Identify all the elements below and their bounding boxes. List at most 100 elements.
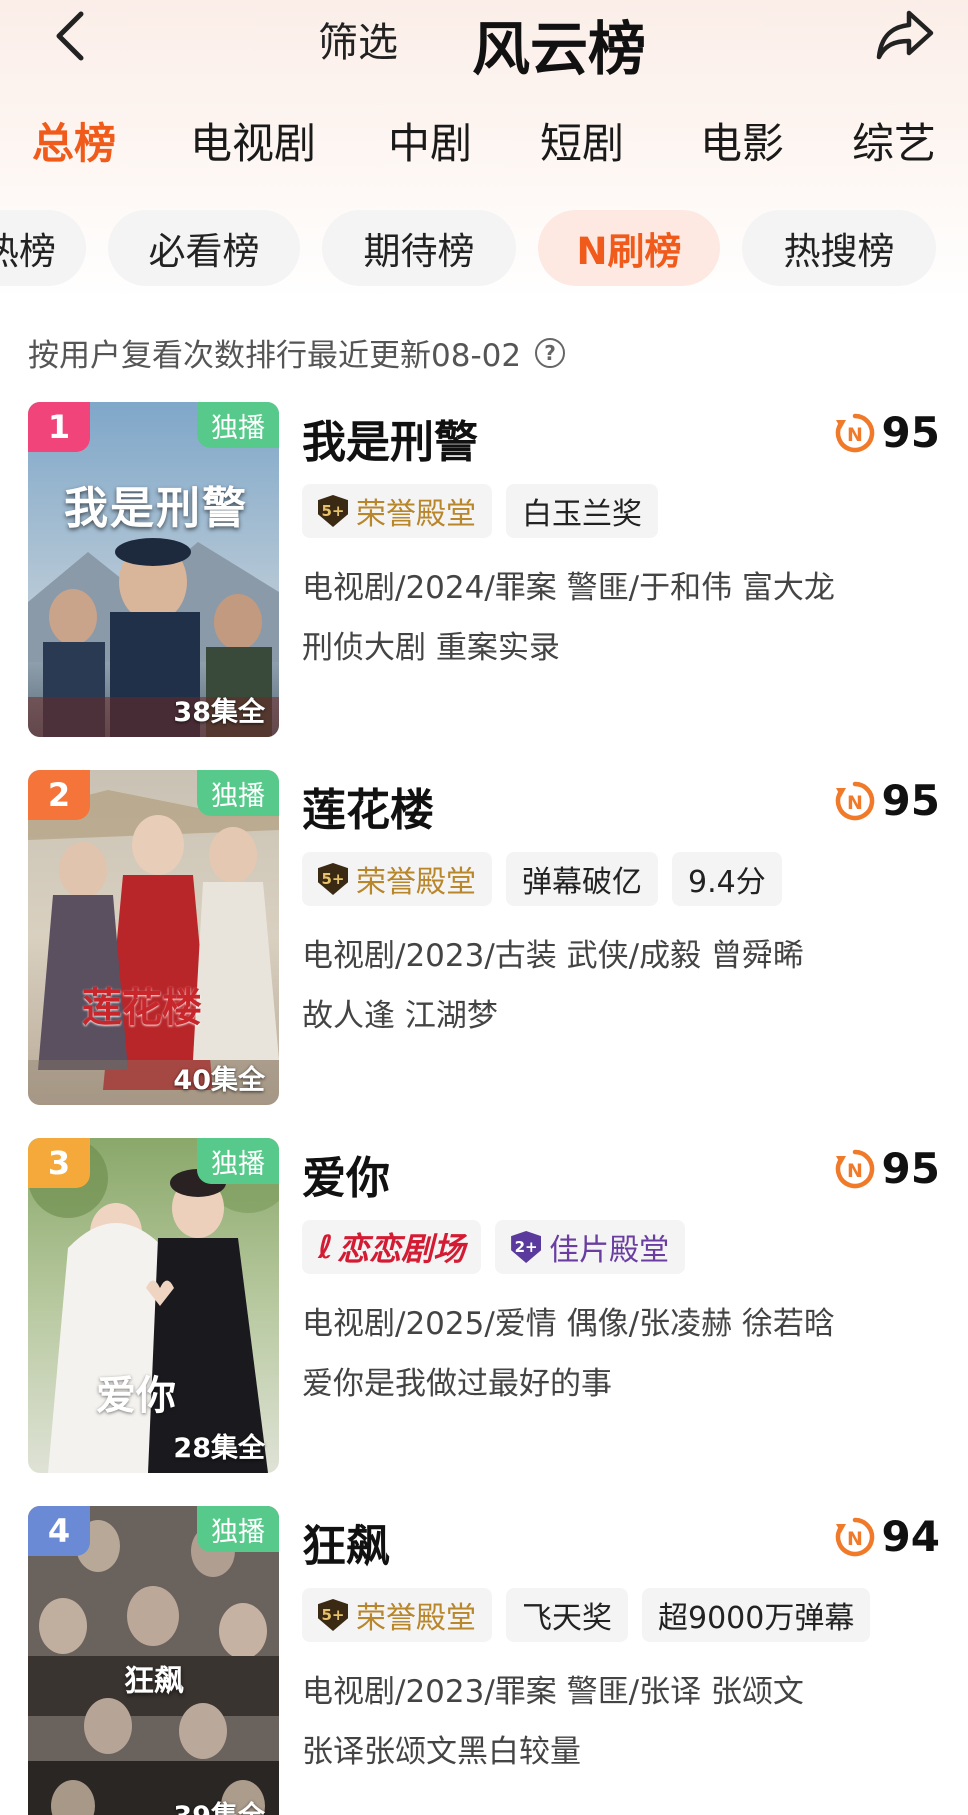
list-item[interactable]: 我是刑警 1 独播 38集全 我是刑警 N 95 5+ 荣誉殿堂 白玉兰奖 电视… [0,400,968,740]
rank-badge: 1 [28,402,90,452]
n-rewatch-icon: N [835,413,874,452]
tag-list: 5+ 荣誉殿堂 白玉兰奖 [302,484,658,538]
meta-tagline: 张译张颂文黑白较量 [302,1734,581,1770]
poster-title: 我是刑警 [64,483,248,534]
item-meta: 电视剧/2023/罪案 警匪/张译 张颂文 张译张颂文黑白较量 [302,1662,804,1782]
list-item[interactable]: 爱你 3 独播 28集全 爱你 N 95 ℓ 恋恋剧场 2+ 佳片殿堂 电视剧/… [0,1136,968,1476]
episode-count: 40集全 [173,1065,265,1096]
tag-award[interactable]: 白玉兰奖 [506,484,658,538]
heart-logo-icon: ℓ [318,1228,334,1266]
episode-count: 39集全 [173,1794,265,1815]
tag-list: 5+ 荣誉殿堂 飞天奖 超9000万弹幕 [302,1588,871,1642]
exclusive-badge: 独播 [197,770,279,816]
tag-honor-hall[interactable]: 5+ 荣誉殿堂 [302,484,492,538]
episode-count: 28集全 [173,1433,265,1464]
poster-title: 狂飙 [124,1664,184,1699]
ranking-info: 按用户复看次数排行最近更新08-02 ? [28,330,566,375]
tab-mid-drama[interactable]: 中剧 [388,110,472,171]
top-bar: 筛选 风云榜 [0,0,968,83]
meta-tagline: 故人逢 江湖梦 [302,998,498,1034]
tag-rating[interactable]: 9.4分 [672,852,782,906]
item-meta: 电视剧/2023/古装 武侠/成毅 曾舜晞 故人逢 江湖梦 [302,926,804,1046]
share-icon [876,10,934,60]
ranking-info-text: 按用户复看次数排行最近更新08-02 [28,338,522,374]
tag-danmaku[interactable]: 弹幕破亿 [506,852,658,906]
item-title: 我是刑警 [302,417,478,468]
tab-short-drama[interactable]: 短剧 [540,110,624,171]
svg-text:N: N [847,1528,863,1550]
poster-title: 爱你 [96,1372,176,1419]
tag-label: 佳片殿堂 [549,1233,670,1268]
svg-text:N: N [847,792,863,814]
pill-hot[interactable]: 热榜 [0,210,86,286]
meta-genre-cast: 电视剧/2025/爱情 偶像/张凌赫 徐若晗 [302,1306,835,1342]
item-title: 狂飙 [302,1521,390,1572]
episode-count: 38集全 [173,697,265,728]
filter-button[interactable]: 筛选 [318,10,398,68]
n-rewatch-icon: N [835,781,874,820]
pill-hot-search[interactable]: 热搜榜 [742,210,936,286]
rank-badge: 4 [28,1506,90,1556]
exclusive-badge: 独播 [197,1506,279,1552]
pill-anticipated[interactable]: 期待榜 [322,210,516,286]
score: N 94 [834,1512,940,1561]
rank-badge: 3 [28,1138,90,1188]
poster-image: 爱你 3 独播 28集全 [28,1138,279,1473]
tag-label: 荣誉殿堂 [356,865,476,900]
item-meta: 电视剧/2025/爱情 偶像/张凌赫 徐若晗 爱你是我做过最好的事 [302,1294,835,1414]
tag-list: 5+ 荣誉殿堂 弹幕破亿 9.4分 [302,852,782,906]
meta-genre-cast: 电视剧/2023/罪案 警匪/张译 张颂文 [302,1674,804,1710]
item-meta: 电视剧/2024/罪案 警匪/于和伟 富大龙 刑侦大剧 重案实录 [302,558,835,678]
quality-shield-icon: 2+ [511,1231,542,1263]
item-title: 莲花楼 [302,785,434,836]
tag-danmaku[interactable]: 超9000万弹幕 [642,1588,871,1642]
question-circle-icon[interactable]: ? [535,337,566,368]
item-title: 爱你 [302,1153,390,1204]
tag-label: 恋恋剧场 [337,1230,466,1268]
poster-image: 我是刑警 1 独播 38集全 [28,402,279,737]
honor-shield-icon: 5+ [318,863,348,895]
svg-text:N: N [847,424,863,446]
tag-honor-hall[interactable]: 5+ 荣誉殿堂 [302,1588,492,1642]
poster-art [28,402,279,737]
pill-n-rewatch[interactable]: N刷榜 [538,210,720,286]
rank-type-pills: 热榜 必看榜 期待榜 N刷榜 热搜榜 [0,210,968,286]
exclusive-badge: 独播 [197,1138,279,1184]
poster-art [28,770,279,1105]
poster-image: 莲花楼 2 独播 40集全 [28,770,279,1105]
list-item[interactable]: 莲花楼 2 独播 40集全 莲花楼 N 95 5+ 荣誉殿堂 弹幕破亿 9.4分… [0,768,968,1108]
poster-title: 莲花楼 [82,984,202,1031]
tag-list: ℓ 恋恋剧场 2+ 佳片殿堂 [302,1220,686,1274]
meta-genre-cast: 电视剧/2023/古装 武侠/成毅 曾舜晞 [302,938,804,974]
tag-label: 荣誉殿堂 [356,1601,476,1636]
score-value: 94 [881,1512,940,1561]
meta-tagline: 爱你是我做过最好的事 [302,1366,612,1402]
tag-quality-hall[interactable]: 2+ 佳片殿堂 [495,1220,686,1274]
n-rewatch-icon: N [835,1149,874,1188]
tab-tv-series[interactable]: 电视剧 [190,110,316,171]
meta-genre-cast: 电视剧/2024/罪案 警匪/于和伟 富大龙 [302,570,835,606]
tab-variety[interactable]: 综艺 [852,110,936,171]
tab-movie[interactable]: 电影 [700,110,784,171]
poster-art [28,1138,279,1473]
tag-award[interactable]: 飞天奖 [506,1588,628,1642]
pill-must-watch[interactable]: 必看榜 [108,210,300,286]
exclusive-badge: 独播 [197,402,279,448]
tag-label: 荣誉殿堂 [356,497,476,532]
score: N 95 [834,1144,940,1193]
page-title: 风云榜 [472,15,647,83]
score-value: 95 [881,1144,940,1193]
score-value: 95 [881,776,940,825]
list-item[interactable]: 狂飙 4 独播 39集全 狂飙 N 94 5+ 荣誉殿堂 飞天奖 超9000万弹… [0,1504,968,1815]
share-button[interactable] [870,2,940,66]
tab-total[interactable]: 总榜 [32,110,116,171]
tag-romance-theater[interactable]: ℓ 恋恋剧场 [302,1220,482,1274]
back-button[interactable] [40,6,100,66]
honor-shield-icon: 5+ [318,495,348,527]
chevron-left-icon [56,11,84,61]
category-tabs: 总榜 电视剧 中剧 短剧 电影 综艺 [0,110,968,180]
tag-honor-hall[interactable]: 5+ 荣誉殿堂 [302,852,492,906]
poster-image: 狂飙 4 独播 39集全 [28,1506,279,1815]
honor-shield-icon: 5+ [318,1599,348,1631]
svg-text:N: N [847,1160,863,1182]
